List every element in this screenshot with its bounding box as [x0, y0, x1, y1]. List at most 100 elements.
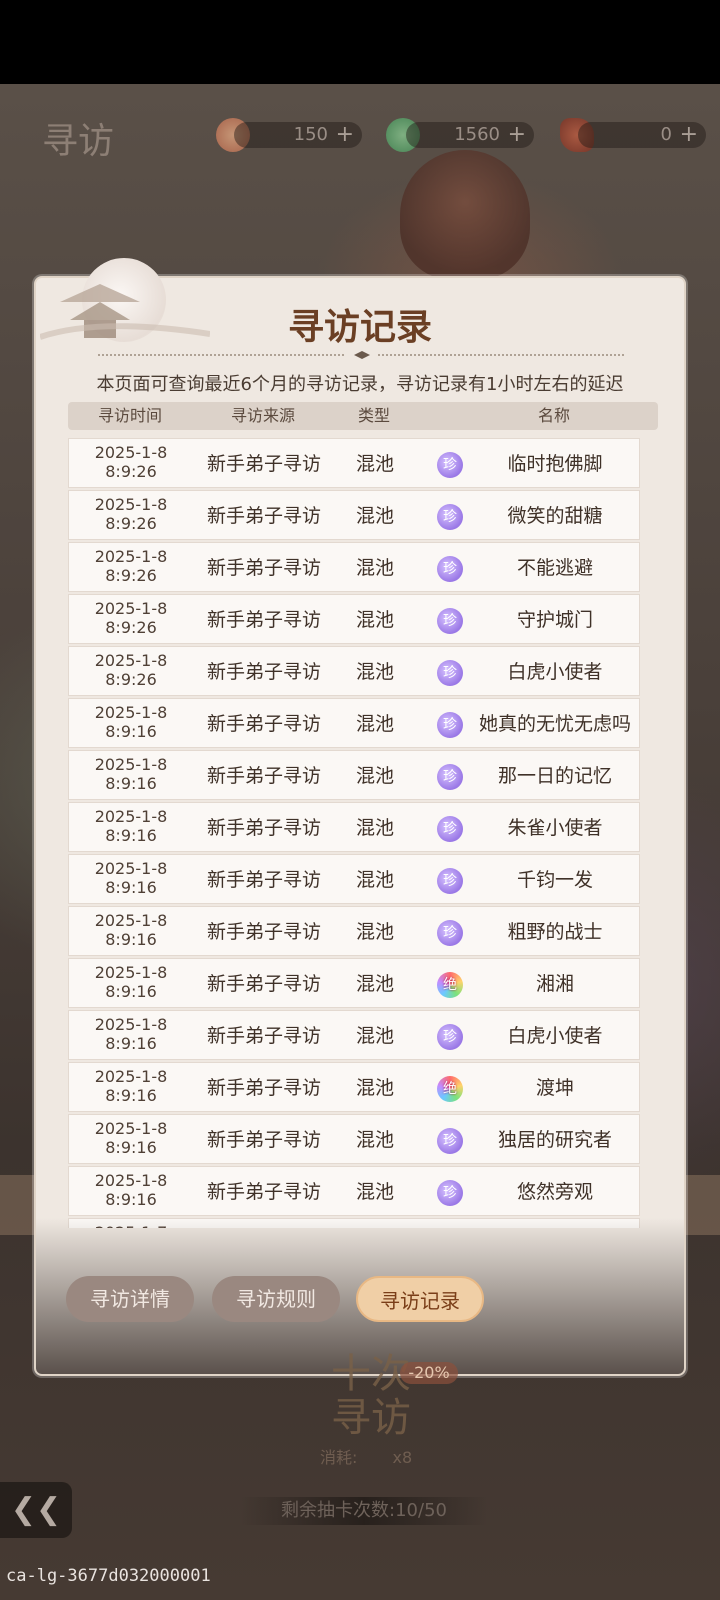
row-type: 混池 — [355, 869, 394, 891]
resource-gem[interactable]: 1560 + — [406, 122, 534, 148]
tab-details[interactable]: 寻访详情 — [66, 1276, 194, 1322]
row-name: 微笑的甜糖 — [507, 505, 603, 527]
row-time: 2025-1-8 8:9:16 — [69, 755, 193, 793]
row-name: 临时抱佛脚 — [507, 453, 603, 475]
record-panel: 寻访记录 本页面可查询最近6个月的寻访记录，寻访记录有1小时左右的延迟 寻访时间… — [34, 276, 686, 1376]
rarity-badge-icon: 珍 — [437, 452, 463, 478]
table-row: 2025-1-8 8:9:16 新手弟子寻访 混池 珍 朱雀小使者 — [68, 802, 640, 852]
table-row: 2025-1-8 8:9:16 新手弟子寻访 混池 珍 悠然旁观 — [68, 1166, 640, 1216]
remaining-pulls: 剩余抽卡次数:10/50 — [240, 1497, 488, 1525]
table-row: 2025-1-8 8:9:16 新手弟子寻访 混池 珍 粗野的战士 — [68, 906, 640, 956]
table-row: 2025-1-8 8:9:16 新手弟子寻访 混池 绝 湘湘 — [68, 958, 640, 1008]
row-name: 那一日的记忆 — [497, 765, 612, 787]
row-clock: 8:9:16 — [105, 774, 157, 793]
row-clock: 8:9:16 — [105, 982, 157, 1001]
header-source: 寻访来源 — [230, 406, 295, 425]
tab-rules[interactable]: 寻访规则 — [212, 1276, 340, 1322]
row-source: 新手弟子寻访 — [206, 973, 321, 995]
rarity-badge-icon: 珍 — [437, 920, 463, 946]
title-divider — [98, 351, 626, 359]
row-type: 混池 — [355, 921, 394, 943]
row-time: 2025-1-8 8:9:16 — [69, 911, 193, 949]
row-time: 2025-1-8 8:9:26 — [69, 599, 193, 637]
row-clock: 8:9:16 — [105, 1086, 157, 1105]
row-source: 新手弟子寻访 — [206, 1129, 321, 1151]
row-date: 2025-1-8 — [94, 1171, 168, 1190]
row-date: 2025-1-8 — [94, 703, 168, 722]
rarity-badge-icon: 珍 — [437, 556, 463, 582]
row-source: 新手弟子寻访 — [206, 713, 321, 735]
row-date: 2025-1-8 — [94, 755, 168, 774]
row-source: 新手弟子寻访 — [206, 557, 321, 579]
row-name: 千钧一发 — [516, 869, 593, 891]
row-time: 2025-1-8 8:9:16 — [69, 1119, 193, 1157]
row-type: 混池 — [355, 505, 394, 527]
row-clock: 8:9:26 — [105, 462, 157, 481]
row-type: 混池 — [355, 609, 394, 631]
row-date: 2025-1-8 — [94, 599, 168, 618]
rarity-badge-icon: 珍 — [437, 660, 463, 686]
row-clock: 8:9:16 — [105, 826, 157, 845]
row-date: 2025-1-8 — [94, 859, 168, 878]
row-clock: 8:9:16 — [105, 1138, 157, 1157]
row-date: 2025-1-8 — [94, 963, 168, 982]
add-feather-button[interactable]: + — [680, 122, 698, 148]
row-type: 混池 — [355, 765, 394, 787]
table-row: 2025-1-8 8:9:16 新手弟子寻访 混池 珍 独居的研究者 — [68, 1114, 640, 1164]
row-type: 混池 — [355, 1077, 394, 1099]
rarity-badge-icon: 珍 — [437, 504, 463, 530]
row-clock: 8:9:16 — [105, 1034, 157, 1053]
row-date: 2025-1-8 — [94, 1119, 168, 1138]
back-button[interactable]: ❮❮ — [0, 1482, 72, 1538]
header-time: 寻访时间 — [97, 406, 162, 425]
table-row: 2025-1-8 8:9:16 新手弟子寻访 混池 珍 那一日的记忆 — [68, 750, 640, 800]
header-name: 名称 — [537, 406, 570, 425]
row-time: 2025-1-8 8:9:16 — [69, 1015, 193, 1053]
row-clock: 8:9:26 — [105, 514, 157, 533]
row-source: 新手弟子寻访 — [193, 1219, 335, 1228]
tab-records[interactable]: 寻访记录 — [356, 1276, 484, 1322]
row-date: 2025-1-8 — [94, 911, 168, 930]
row-time: 2025-1-8 8:9:16 — [69, 1171, 193, 1209]
row-time: 2025-1-8 8:9:16 — [69, 1067, 193, 1105]
row-source: 新手弟子寻访 — [206, 869, 321, 891]
row-name: 她真的无忧无虑吗 — [478, 713, 631, 735]
back-arrow-icon: ❮❮ — [10, 1492, 62, 1527]
row-source: 新手弟子寻访 — [206, 1025, 321, 1047]
add-gem-button[interactable]: + — [508, 122, 526, 148]
pavilion-decoration — [40, 284, 210, 340]
right-side-decoration — [680, 1175, 720, 1235]
rarity-badge-icon: 珍 — [437, 1024, 463, 1050]
row-time: 2025-1-8 8:9:26 — [69, 443, 193, 481]
row-clock: 8:9:16 — [105, 1190, 157, 1209]
row-time: 2025-1-8 8:9:26 — [69, 495, 193, 533]
row-name: 独居的研究者 — [497, 1129, 612, 1151]
table-row: 2025-1-8 8:9:16 新手弟子寻访 混池 绝 渡坤 — [68, 1062, 640, 1112]
character-portrait — [400, 150, 530, 280]
row-source: 新手弟子寻访 — [206, 661, 321, 683]
resource-feather[interactable]: 0 + — [578, 122, 706, 148]
table-row: 2025-1-8 8:9:16 新手弟子寻访 混池 珍 白虎小使者 — [68, 1010, 640, 1060]
build-id: ca-lg-3677d032000001 — [6, 1566, 211, 1586]
rarity-badge-icon: 珍 — [437, 764, 463, 790]
row-name: 守护城门 — [516, 609, 593, 631]
header-type: 类型 — [357, 406, 390, 425]
rarity-badge-icon: 绝 — [437, 1076, 463, 1102]
row-clock: 8:9:26 — [105, 566, 157, 585]
row-type: 混池 — [355, 661, 394, 683]
cost-value: x8 — [392, 1448, 413, 1467]
discount-badge: -20% — [400, 1362, 458, 1384]
row-source: 新手弟子寻访 — [206, 1077, 321, 1099]
row-type: 混池 — [355, 973, 394, 995]
status-bar-area — [0, 0, 720, 84]
rarity-badge-icon: 珍 — [437, 608, 463, 634]
resource-jade[interactable]: 150 + — [234, 122, 362, 148]
delay-notice: 本页面可查询最近6个月的寻访记录，寻访记录有1小时左右的延迟 — [96, 374, 624, 395]
rarity-badge-icon: 珍 — [437, 868, 463, 894]
record-list[interactable]: 2025-1-8 8:9:26 新手弟子寻访 混池珍临时抱佛脚 2025-1-8 8:9:… — [68, 438, 658, 1228]
table-row: 2025-1-8 8:9:26 新手弟子寻访 混池 珍 白虎小使者 — [68, 646, 640, 696]
add-jade-button[interactable]: + — [336, 122, 354, 148]
row-source: 新手弟子寻访 — [206, 1181, 321, 1203]
row-type: 混池 — [355, 453, 394, 475]
row-type: 混池 — [355, 713, 394, 735]
